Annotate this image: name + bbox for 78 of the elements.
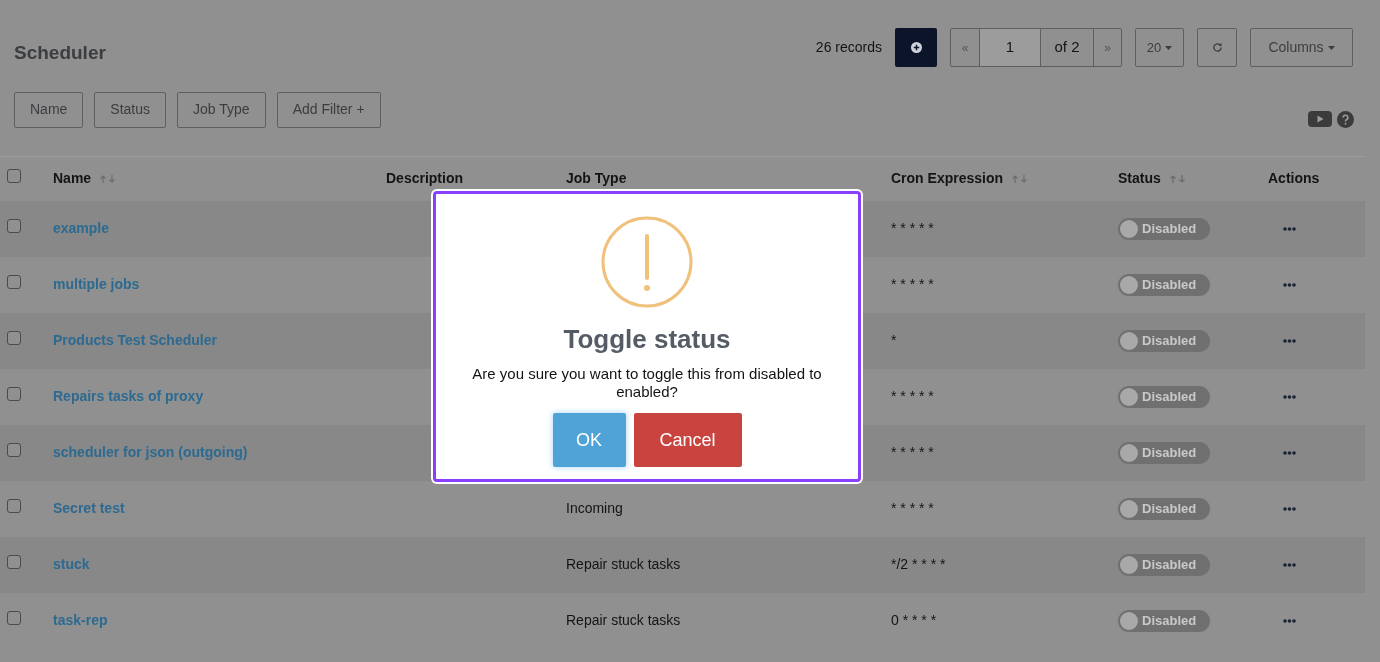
status-toggle[interactable]: Disabled [1118,217,1210,240]
filter-button[interactable]: Add Filter + [276,91,381,128]
checkbox[interactable] [7,555,21,569]
cron-cell-text: * * * * * [891,443,934,462]
checkbox[interactable] [7,443,21,457]
more-options-icon[interactable] [1283,338,1296,343]
column-header: Job Type [566,169,627,188]
refresh-button[interactable] [1197,28,1237,67]
cron-cell-text: * * * * * [891,387,934,406]
cron-cell-text: * * * * * [891,499,934,518]
job-name-link[interactable]: Products Test Scheduler [53,330,217,351]
columns-dropdown[interactable]: Columns [1250,28,1353,67]
filter-button[interactable]: Job Type [177,91,266,128]
sort-icon[interactable] [1168,173,1187,184]
column-header[interactable]: Status [1118,168,1161,189]
cron-cell-text: 0 * * * * [891,611,937,630]
column-header: Description [386,169,463,188]
job-name-link[interactable]: example [53,218,110,239]
job-name-link[interactable]: Repairs tasks of proxy [53,386,204,407]
caret-icon [1327,45,1335,50]
sort-icon[interactable] [1011,173,1030,184]
more-options-icon[interactable] [1283,394,1296,399]
caret-icon [1165,45,1173,50]
more-options-icon[interactable] [1283,618,1296,623]
job-name-link[interactable]: multiple jobs [53,274,140,295]
ok-button[interactable]: OK [552,413,626,467]
next-page-button[interactable]: » [1094,29,1121,66]
more-options-icon[interactable] [1283,562,1296,567]
job-name-link[interactable]: stuck [53,554,90,575]
status-toggle[interactable]: Disabled [1118,385,1210,408]
cron-cell-text: */2 * * * * [891,555,946,574]
add-button[interactable] [895,28,937,67]
sort-icon[interactable] [99,173,118,184]
checkbox[interactable] [7,331,21,345]
more-options-icon[interactable] [1283,226,1296,231]
checkbox[interactable] [7,387,21,401]
status-toggle[interactable]: Disabled [1118,329,1210,352]
page-total: of 2 [1041,29,1094,66]
dialog-title: Toggle status [563,323,731,356]
more-options-icon[interactable] [1283,450,1296,455]
more-options-icon[interactable] [1283,282,1296,287]
checkbox[interactable] [7,499,21,513]
video-play-icon[interactable] [1308,111,1332,127]
job-name-link[interactable]: Secret test [53,498,125,519]
plus-icon [910,42,922,53]
refresh-icon [1211,42,1223,53]
page-size-dropdown[interactable]: 20 [1135,28,1184,67]
help-icon[interactable] [1337,110,1354,128]
checkbox[interactable] [7,169,21,183]
cron-cell-text: * [891,331,897,350]
checkbox[interactable] [7,275,21,289]
job-type-cell-text: Repair stuck tasks [566,611,681,630]
column-header[interactable]: Name [53,168,92,189]
cron-cell-text: * * * * * [891,275,934,294]
records-count: 26 records [815,38,882,57]
filter-button[interactable]: Status [94,91,167,128]
dialog-message: Are you sure you want to toggle this from disabled to enabled? [471,365,823,401]
status-toggle[interactable]: Disabled [1118,273,1210,296]
job-name-link[interactable]: task-rep [53,610,108,631]
cancel-button[interactable]: Cancel [633,413,742,467]
checkbox[interactable] [7,611,21,625]
previous-page-button[interactable]: « [951,29,979,66]
status-toggle[interactable]: Disabled [1118,609,1210,632]
job-type-cell-text: Incoming [566,499,623,518]
more-options-icon[interactable] [1283,506,1296,511]
job-type-cell-text: Repair stuck tasks [566,555,681,574]
status-toggle[interactable]: Disabled [1118,497,1210,520]
status-toggle[interactable]: Disabled [1118,441,1210,464]
column-header: Actions [1268,169,1320,188]
cron-cell-text: * * * * * [891,219,934,238]
page-field[interactable]: 1 [979,29,1041,66]
job-name-link[interactable]: scheduler for json (outgoing) [53,442,248,463]
checkbox[interactable] [7,219,21,233]
status-toggle[interactable]: Disabled [1118,553,1210,576]
warning-icon [601,216,693,308]
column-header[interactable]: Cron Expression [891,168,1004,189]
page-title: Scheduler [14,41,106,65]
filter-button[interactable]: Name [14,91,84,128]
